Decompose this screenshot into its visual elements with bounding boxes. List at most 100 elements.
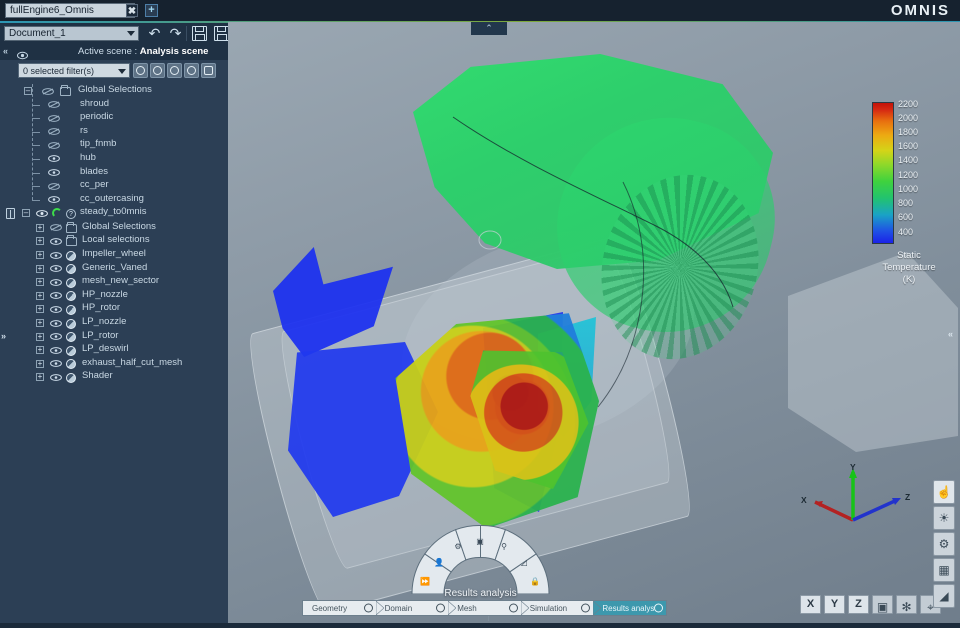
- visibility-eye-icon[interactable]: [50, 251, 62, 259]
- visibility-eye-icon[interactable]: [48, 155, 60, 163]
- tree-row[interactable]: + Impeller_wheel: [0, 248, 228, 262]
- tree-row[interactable]: cc_outercasing: [0, 193, 228, 207]
- workflow-step-mesh[interactable]: Mesh: [448, 601, 529, 615]
- tree-row[interactable]: shroud: [0, 98, 228, 112]
- expand-toggle-icon[interactable]: +: [36, 278, 44, 287]
- visibility-eye-icon[interactable]: [48, 128, 60, 136]
- expand-toggle-icon[interactable]: +: [36, 332, 44, 341]
- expand-toggle-icon[interactable]: +: [36, 237, 44, 246]
- tree-row[interactable]: cc_per: [0, 179, 228, 193]
- collapse-toggle-icon[interactable]: –: [22, 209, 30, 218]
- visibility-eye-icon[interactable]: [50, 360, 62, 368]
- viewport-collapse-chevron[interactable]: ⌃: [471, 22, 507, 35]
- workflow-step-simulation[interactable]: Simulation: [521, 601, 602, 615]
- tree-row[interactable]: hub: [0, 152, 228, 166]
- tree-row[interactable]: + LP_rotor: [0, 330, 228, 344]
- visibility-eye-icon[interactable]: [50, 224, 62, 232]
- left-panel-expand-arrow[interactable]: »: [1, 325, 11, 347]
- tree-row[interactable]: rs: [0, 125, 228, 139]
- visibility-eye-icon[interactable]: [48, 141, 60, 149]
- visibility-eye-icon[interactable]: [50, 265, 62, 273]
- visibility-eye-icon[interactable]: [50, 333, 62, 340]
- tree-row[interactable]: + LP_nozzle: [0, 316, 228, 330]
- expand-toggle-icon[interactable]: +: [36, 223, 44, 232]
- sphere-settings-icon[interactable]: ⚙: [933, 532, 955, 556]
- visibility-eye-icon[interactable]: [50, 319, 62, 327]
- save-as-icon[interactable]: [214, 26, 229, 41]
- tree-row[interactable]: + Generic_Vaned: [0, 262, 228, 276]
- expand-toggle-icon[interactable]: +: [36, 291, 44, 300]
- view-axis-y-button[interactable]: Y: [824, 595, 845, 614]
- workflow-step-results-analysis[interactable]: Results analysis: [593, 601, 666, 615]
- visibility-eye-icon[interactable]: [48, 182, 60, 190]
- workflow-step-geometry[interactable]: Geometry: [303, 601, 384, 615]
- expand-toggle-icon[interactable]: +: [36, 373, 44, 382]
- camera-view-icon[interactable]: ▣: [872, 595, 893, 614]
- visibility-eye-icon[interactable]: [48, 169, 60, 176]
- panel-collapse-icon[interactable]: «: [3, 46, 8, 56]
- mesh-globe-icon[interactable]: ☀: [933, 506, 955, 530]
- ruler-icon[interactable]: ◢: [933, 584, 955, 608]
- expand-toggle-icon[interactable]: +: [36, 346, 44, 355]
- grid-block-icon[interactable]: ▦: [933, 558, 955, 582]
- visibility-eye-icon[interactable]: [50, 346, 62, 354]
- sphere-filter-icon[interactable]: [184, 63, 199, 78]
- right-panel-collapse-arrow[interactable]: «: [948, 322, 959, 346]
- globe-rotate-icon[interactable]: [150, 63, 165, 78]
- tree-row[interactable]: + mesh_new_sector: [0, 275, 228, 289]
- tree-row[interactable]: + Global Selections: [0, 221, 228, 235]
- visibility-eye-icon[interactable]: [50, 306, 62, 313]
- visibility-eye-icon[interactable]: [50, 278, 62, 286]
- redo-button[interactable]: ↷: [167, 25, 184, 42]
- add-tab-button[interactable]: +: [145, 4, 158, 17]
- tree-item-label: rs: [80, 124, 88, 136]
- copy-filter-icon[interactable]: [201, 63, 216, 78]
- expand-toggle-icon[interactable]: +: [36, 264, 44, 273]
- visibility-eye-icon[interactable]: [48, 101, 60, 108]
- view-axis-x-button[interactable]: X: [800, 595, 821, 614]
- document-select[interactable]: Document_1: [4, 26, 139, 41]
- view-axis-z-button[interactable]: Z: [848, 595, 869, 614]
- tree-item-label: blades: [80, 165, 108, 177]
- collapse-toggle-icon[interactable]: –: [24, 87, 32, 95]
- help-status-icon[interactable]: ?: [66, 208, 76, 219]
- save-icon[interactable]: [192, 26, 207, 41]
- expand-toggle-icon[interactable]: +: [36, 319, 44, 327]
- 3d-viewport[interactable]: ⌃ « 2200 2000 1800 1600 1400 1200 1000 8…: [228, 22, 960, 628]
- visibility-eye-icon[interactable]: [48, 196, 60, 204]
- radial-menu[interactable]: ⏩ 👤 ⚙ ▣ ⚲ ◿ 🔒 Results analysis: [408, 522, 553, 607]
- tree-row[interactable]: + Shader: [0, 370, 228, 384]
- visibility-eye-icon[interactable]: [17, 47, 28, 60]
- project-tab[interactable]: fullEngine6_Omnis: [5, 3, 135, 18]
- pointer-hand-icon[interactable]: ☝: [933, 480, 955, 504]
- visibility-eye-icon[interactable]: [50, 238, 62, 245]
- expand-toggle-icon[interactable]: +: [36, 305, 44, 314]
- workflow-step-icon: [508, 603, 518, 613]
- radial-menu-arc[interactable]: ⏩ 👤 ⚙ ▣ ⚲ ◿ 🔒: [408, 522, 553, 594]
- tree-row[interactable]: + HP_rotor: [0, 302, 228, 316]
- filter-select[interactable]: 0 selected filter(s): [18, 63, 130, 78]
- visibility-eye-icon[interactable]: [42, 87, 54, 95]
- tree-row[interactable]: + HP_nozzle: [0, 289, 228, 303]
- tree-row[interactable]: – ? steady_to0mnis: [0, 206, 228, 221]
- tree-row[interactable]: tip_fnmb: [0, 138, 228, 152]
- tree-row[interactable]: + LP_deswirl: [0, 343, 228, 357]
- tree-row[interactable]: – Global Selections: [0, 84, 228, 98]
- visibility-eye-icon[interactable]: [50, 373, 62, 381]
- tree-row[interactable]: periodic: [0, 111, 228, 125]
- workflow-step-domain[interactable]: Domain: [376, 601, 457, 615]
- tree-row[interactable]: + exhaust_half_cut_mesh: [0, 357, 228, 371]
- visibility-eye-icon[interactable]: [36, 209, 48, 217]
- filter-select-value: 0 selected filter(s): [23, 66, 95, 76]
- globe-filter-icon[interactable]: [133, 63, 148, 78]
- tree-row[interactable]: blades: [0, 166, 228, 180]
- expand-toggle-icon[interactable]: +: [36, 359, 44, 368]
- visibility-eye-icon[interactable]: [48, 114, 60, 122]
- tree-row[interactable]: + Local selections: [0, 234, 228, 248]
- isometric-view-icon[interactable]: ✻: [896, 595, 917, 614]
- circle-filter-icon[interactable]: [167, 63, 182, 78]
- undo-button[interactable]: ↶: [146, 25, 163, 42]
- close-icon[interactable]: ✖: [126, 4, 138, 17]
- visibility-eye-icon[interactable]: [50, 292, 62, 300]
- expand-toggle-icon[interactable]: +: [36, 251, 44, 260]
